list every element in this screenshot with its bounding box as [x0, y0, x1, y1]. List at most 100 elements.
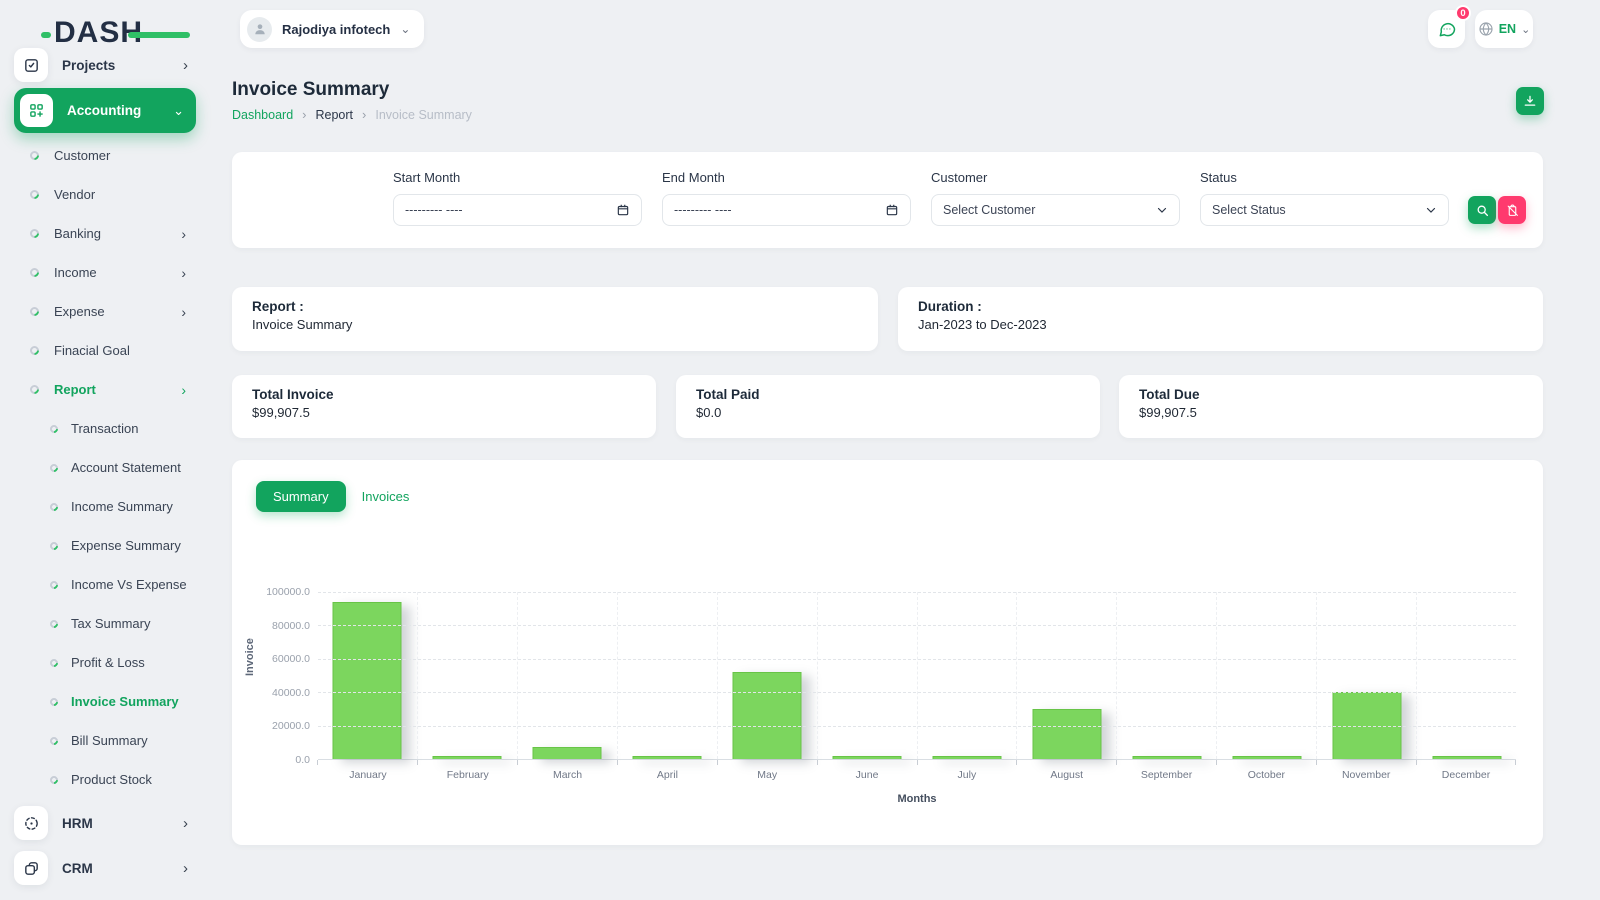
bar-august[interactable] — [1032, 709, 1101, 759]
bullet-icon — [48, 774, 59, 785]
tab-summary[interactable]: Summary — [256, 481, 346, 512]
sidebar-item-label: Income — [54, 265, 181, 280]
report-value: Invoice Summary — [252, 317, 858, 332]
sidebar-item-label: Accounting — [67, 103, 173, 118]
bullet-icon — [48, 618, 59, 629]
sidebar-item-income-summary[interactable]: Income Summary — [0, 487, 212, 526]
customer-select[interactable]: Select Customer — [931, 194, 1180, 226]
sidebar-item-expense[interactable]: Expense› — [0, 292, 212, 331]
gridline — [318, 726, 1516, 727]
bullet-icon — [28, 149, 41, 162]
sidebar-item-banking[interactable]: Banking› — [0, 214, 212, 253]
duration-info-card: Duration : Jan-2023 to Dec-2023 — [898, 287, 1543, 351]
sidebar-item-account-statement[interactable]: Account Statement — [0, 448, 212, 487]
status-select[interactable]: Select Status — [1200, 194, 1449, 226]
bar-december[interactable] — [1432, 756, 1501, 759]
bar-june[interactable] — [833, 756, 902, 759]
breadcrumb: Dashboard › Report › Invoice Summary — [232, 107, 472, 122]
bar-cell — [318, 592, 417, 759]
sidebar-item-transaction[interactable]: Transaction — [0, 409, 212, 448]
page-title: Invoice Summary — [232, 79, 389, 101]
breadcrumb-separator-icon: › — [362, 107, 366, 122]
total-due-label: Total Due — [1139, 387, 1523, 402]
calendar-icon — [885, 203, 899, 217]
total-paid-card: Total Paid $0.0 — [676, 375, 1100, 438]
tab-invoices[interactable]: Invoices — [362, 489, 410, 504]
sidebar-item-finacial-goal[interactable]: Finacial Goal — [0, 331, 212, 370]
logo-accent-right — [128, 32, 190, 38]
sidebar-item-profit-loss[interactable]: Profit & Loss — [0, 643, 212, 682]
sidebar-item-tax-summary[interactable]: Tax Summary — [0, 604, 212, 643]
breadcrumb-report[interactable]: Report — [316, 108, 354, 122]
sidebar-item-income[interactable]: Income› — [0, 253, 212, 292]
sidebar-item-product-stock[interactable]: Product Stock — [0, 760, 212, 799]
bar-february[interactable] — [433, 756, 502, 759]
bar-october[interactable] — [1232, 756, 1301, 759]
x-tick-label: January — [318, 769, 418, 781]
download-button[interactable] — [1516, 87, 1544, 115]
x-tick-label: August — [1017, 769, 1117, 781]
search-icon — [1476, 204, 1489, 217]
end-month-label: End Month — [662, 170, 911, 185]
status-label: Status — [1200, 170, 1449, 185]
bullet-icon — [48, 501, 59, 512]
bar-cell — [1116, 592, 1216, 759]
sidebar-item-bill-summary[interactable]: Bill Summary — [0, 721, 212, 760]
customer-field: Customer Select Customer — [931, 170, 1180, 226]
chart-card: Summary Invoices Invoice 100000.080000.0… — [232, 460, 1543, 845]
bar-april[interactable] — [633, 756, 702, 759]
bullet-icon — [48, 540, 59, 551]
report-title: Report : — [252, 299, 858, 314]
total-paid-label: Total Paid — [696, 387, 1080, 402]
bar-may[interactable] — [733, 672, 802, 759]
sidebar-item-label: CRM — [62, 861, 183, 876]
bar-july[interactable] — [932, 756, 1001, 759]
sidebar-item-label: Invoice Summary — [71, 694, 179, 709]
accounting-icon — [20, 94, 53, 127]
bullet-icon — [28, 344, 41, 357]
chart-y-labels: 100000.080000.060000.040000.020000.00.0 — [232, 592, 310, 760]
bar-cell — [1216, 592, 1316, 759]
chevron-right-icon: › — [181, 265, 186, 281]
sidebar-item-accounting[interactable]: Accounting ⌄ — [14, 88, 196, 133]
sidebar-item-crm[interactable]: CRM › — [14, 847, 198, 889]
chevron-right-icon: › — [183, 57, 188, 74]
report-sub-list: TransactionAccount Statement Income Summa… — [0, 409, 212, 799]
bar-march[interactable] — [533, 747, 602, 759]
sidebar-item-report[interactable]: Report› — [0, 370, 212, 409]
sidebar-item-projects[interactable]: Projects › — [14, 46, 198, 84]
reset-filter-button[interactable] — [1498, 196, 1526, 224]
chevron-right-icon: › — [181, 304, 186, 320]
chevron-right-icon: › — [183, 860, 188, 877]
gridline — [318, 692, 1516, 693]
sidebar-item-expense-summary[interactable]: Expense Summary — [0, 526, 212, 565]
accounting-nav-list: CustomerVendorBanking›Income›Expense›Fin… — [0, 136, 212, 409]
search-button[interactable] — [1468, 196, 1496, 224]
bullet-icon — [48, 423, 59, 434]
start-month-input[interactable]: --------- ---- — [393, 194, 642, 226]
bar-cell — [617, 592, 717, 759]
start-month-label: Start Month — [393, 170, 642, 185]
main-content: Invoice Summary Dashboard › Report › Inv… — [232, 0, 1543, 900]
bullet-icon — [28, 188, 41, 201]
sidebar-item-label: Income Summary — [71, 499, 173, 514]
bar-september[interactable] — [1132, 756, 1201, 759]
sidebar-item-label: Profit & Loss — [71, 655, 145, 670]
sidebar-item-invoice-summary[interactable]: Invoice Summary — [0, 682, 212, 721]
sidebar-item-vendor[interactable]: Vendor — [0, 175, 212, 214]
gridline — [318, 592, 1516, 593]
sidebar-item-hrm[interactable]: HRM › — [14, 802, 198, 844]
x-tick-label: February — [418, 769, 518, 781]
sidebar-item-customer[interactable]: Customer — [0, 136, 212, 175]
bullet-icon — [28, 383, 41, 396]
duration-value: Jan-2023 to Dec-2023 — [918, 317, 1523, 332]
bar-cell — [1316, 592, 1416, 759]
end-month-field: End Month --------- ---- — [662, 170, 911, 226]
breadcrumb-dashboard[interactable]: Dashboard — [232, 108, 293, 122]
sidebar-item-income-vs-expense[interactable]: Income Vs Expense — [0, 565, 212, 604]
crm-icon — [14, 851, 48, 885]
end-month-input[interactable]: --------- ---- — [662, 194, 911, 226]
chart-x-axis-title: Months — [318, 793, 1516, 805]
x-tick-label: June — [817, 769, 917, 781]
sidebar: DASH Projects › Accounting ⌄ CustomerVen… — [0, 0, 212, 900]
